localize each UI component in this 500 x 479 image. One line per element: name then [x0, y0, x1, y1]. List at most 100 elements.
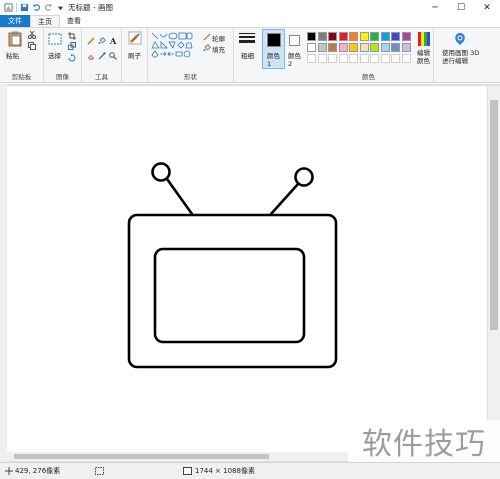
select-icon[interactable] [48, 33, 62, 45]
color-swatch[interactable] [349, 32, 358, 41]
copy-icon[interactable] [28, 42, 36, 50]
tv-drawing [127, 162, 338, 369]
pencil-icon[interactable] [87, 37, 95, 45]
tab-file[interactable]: 文件 [0, 15, 30, 27]
color-swatch[interactable] [328, 43, 337, 52]
status-bar: 429, 276像素 1744 × 1088像素 [0, 462, 500, 479]
horizontal-scroll-thumb[interactable] [14, 454, 269, 459]
magnifier-icon[interactable] [109, 52, 117, 60]
custom-color-slot[interactable] [328, 54, 337, 63]
colors-group-label: 颜色 [362, 73, 375, 81]
save-icon[interactable] [20, 3, 29, 12]
paint3d-label[interactable]: 使用画图 3D 进行编辑 [442, 49, 482, 65]
color-swatch[interactable] [380, 43, 390, 52]
tv-screen [153, 247, 306, 344]
custom-color-slot[interactable] [349, 54, 358, 63]
drawing-canvas[interactable] [7, 86, 487, 456]
antenna-left [165, 177, 194, 216]
paint-app-icon [4, 3, 13, 12]
ribbon: 粘贴 剪贴板 选择 图像 A 工具 刷子 轮廓 填充 形状 粗细 颜色 1 颜色… [0, 27, 500, 83]
cut-icon[interactable] [28, 31, 36, 39]
color2-button[interactable]: 颜色 2 [286, 28, 304, 82]
color-swatch[interactable] [349, 43, 358, 52]
customize-toolbar-icon[interactable] [56, 3, 65, 12]
color-swatch[interactable] [359, 43, 369, 52]
color-swatch[interactable] [307, 43, 316, 52]
color2-label: 颜色 2 [288, 52, 301, 68]
custom-color-slot[interactable] [338, 54, 348, 63]
fill-icon[interactable] [203, 44, 211, 52]
watermark-text: 软件技巧 [348, 420, 500, 462]
custom-color-slot[interactable] [359, 54, 369, 63]
custom-color-slot[interactable] [380, 54, 390, 63]
line-size-icon[interactable] [239, 32, 255, 46]
custom-color-slot[interactable] [401, 54, 411, 63]
color-swatch[interactable] [370, 32, 379, 41]
resize-icon[interactable] [68, 42, 76, 50]
brush-label[interactable]: 刷子 [128, 50, 141, 60]
fill-bucket-icon[interactable] [98, 37, 106, 45]
color-picker-icon[interactable] [98, 52, 106, 60]
rotate-icon[interactable] [68, 54, 76, 62]
shapes-gallery-icon[interactable] [151, 32, 193, 58]
custom-color-slot[interactable] [370, 54, 379, 63]
color-swatch[interactable] [370, 43, 379, 52]
redo-icon[interactable] [44, 3, 53, 12]
tools-group-label: 工具 [95, 73, 108, 81]
paste-icon[interactable] [8, 31, 22, 47]
minimize-button[interactable]: ─ [422, 0, 448, 15]
cursor-position-icon [5, 467, 13, 475]
canvas-size-icon [183, 467, 192, 475]
tab-home[interactable]: 主页 [30, 15, 60, 27]
color-swatch[interactable] [380, 32, 390, 41]
color-swatch[interactable] [401, 32, 411, 41]
custom-color-slot[interactable] [307, 54, 316, 63]
color-swatch[interactable] [338, 32, 348, 41]
color-swatch[interactable] [328, 32, 337, 41]
image-group-label: 图像 [56, 73, 69, 81]
maximize-button[interactable]: ☐ [448, 0, 474, 15]
color-swatch[interactable] [391, 32, 400, 41]
tab-view[interactable]: 查看 [60, 15, 88, 27]
select-label[interactable]: 选择 [48, 50, 61, 60]
left-scroll-strip [0, 84, 7, 462]
size-group: 粗细 [234, 28, 260, 82]
selection-size-icon [95, 467, 104, 475]
edit-colors-label[interactable]: 编辑颜色 [417, 49, 433, 65]
undo-icon[interactable] [32, 3, 41, 12]
canvas-size: 1744 × 1088像素 [195, 467, 255, 475]
color-swatch[interactable] [401, 43, 411, 52]
size-label[interactable]: 粗细 [241, 50, 254, 60]
color-swatch[interactable] [391, 43, 400, 52]
color1-label: 颜色 1 [267, 52, 280, 68]
outline-label[interactable]: 轮廓 [212, 33, 225, 43]
color-swatch[interactable] [317, 32, 327, 41]
antenna-right [269, 182, 300, 216]
ribbon-tabs: 文件 主页 查看 [0, 15, 500, 27]
color1-swatch [267, 33, 281, 47]
color1-button[interactable]: 颜色 1 [262, 29, 285, 69]
color-swatch[interactable] [359, 32, 369, 41]
crop-icon[interactable] [68, 32, 76, 40]
paint3d-group: 使用画图 3D 进行编辑 [434, 28, 500, 82]
fill-label[interactable]: 填充 [212, 44, 225, 54]
brush-icon[interactable] [128, 31, 142, 45]
color-swatch[interactable] [317, 43, 327, 52]
vertical-scroll-thumb[interactable] [490, 100, 498, 330]
shapes-group-label: 形状 [184, 73, 197, 81]
paint3d-icon[interactable] [453, 32, 467, 46]
shapes-group: 轮廓 填充 形状 [148, 28, 234, 82]
edit-colors-icon[interactable] [418, 32, 430, 46]
color-swatch[interactable] [338, 43, 348, 52]
cursor-position: 429, 276像素 [15, 467, 61, 475]
title-bar: 无标题 - 画图 ─ ☐ ✕ [0, 0, 500, 15]
paste-label[interactable]: 粘贴 [6, 50, 19, 60]
outline-icon[interactable] [203, 33, 211, 41]
color-swatch[interactable] [307, 32, 316, 41]
close-button[interactable]: ✕ [474, 0, 500, 15]
color2-swatch [289, 35, 300, 46]
text-tool-icon[interactable]: A [110, 36, 116, 46]
custom-color-slot[interactable] [391, 54, 400, 63]
custom-color-slot[interactable] [317, 54, 327, 63]
eraser-icon[interactable] [87, 52, 95, 60]
